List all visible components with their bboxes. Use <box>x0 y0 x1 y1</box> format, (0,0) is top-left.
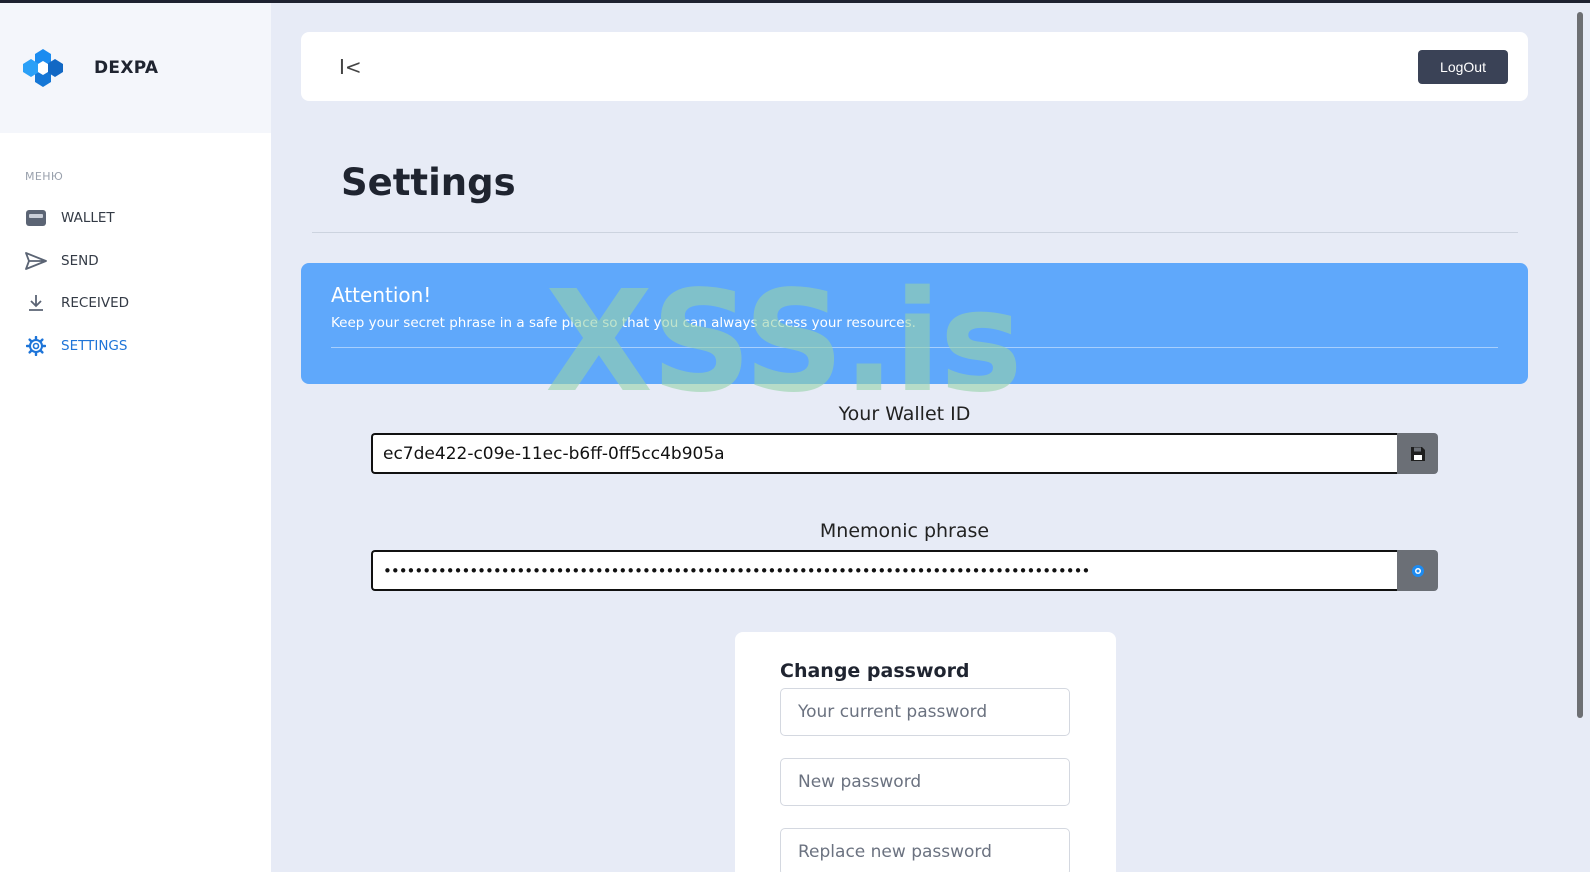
collapse-sidebar-button[interactable]: I< <box>339 55 362 79</box>
sidebar-item-label: WALLET <box>61 210 115 227</box>
toggle-mnemonic-visibility-button[interactable] <box>1397 550 1438 591</box>
wallet-id-row <box>371 433 1438 474</box>
wallet-icon <box>25 207 47 229</box>
sidebar: DEXPA МЕНЮ WALLET SEND RECEIVED SETTINGS <box>0 3 271 872</box>
dexpa-logo-icon <box>23 49 63 87</box>
sidebar-item-label: SETTINGS <box>61 337 128 354</box>
brand-name: DEXPA <box>94 58 159 78</box>
eye-icon <box>1411 564 1424 577</box>
page-scrollbar[interactable] <box>1568 6 1590 872</box>
save-icon <box>1410 446 1425 461</box>
attention-alert: Attention! Keep your secret phrase in a … <box>301 263 1528 384</box>
mnemonic-row <box>371 550 1438 591</box>
download-icon <box>25 292 47 314</box>
title-divider <box>312 232 1518 233</box>
save-wallet-id-button[interactable] <box>1397 433 1438 474</box>
repeat-new-password-input[interactable] <box>780 828 1070 872</box>
menu-caption: МЕНЮ <box>25 170 64 183</box>
top-bar: I< LogOut <box>301 32 1528 101</box>
change-password-title: Change password <box>780 660 970 682</box>
mnemonic-field[interactable] <box>371 550 1397 591</box>
brand[interactable]: DEXPA <box>0 3 271 133</box>
sidebar-menu: WALLET SEND RECEIVED SETTINGS <box>0 197 271 367</box>
logout-button[interactable]: LogOut <box>1418 49 1508 84</box>
page-title: Settings <box>341 161 516 204</box>
wallet-id-label: Your Wallet ID <box>838 403 971 425</box>
gear-icon <box>25 335 47 357</box>
sidebar-item-label: SEND <box>61 252 99 269</box>
sidebar-item-settings[interactable]: SETTINGS <box>0 325 271 368</box>
scrollbar-thumb[interactable] <box>1577 12 1583 718</box>
sidebar-item-label: RECEIVED <box>61 295 130 312</box>
sidebar-item-received[interactable]: RECEIVED <box>0 282 271 325</box>
sidebar-item-wallet[interactable]: WALLET <box>0 197 271 240</box>
alert-title: Attention! <box>331 283 432 307</box>
new-password-input[interactable] <box>780 758 1070 806</box>
change-password-card: Change password <box>735 632 1116 872</box>
alert-text: Keep your secret phrase in a safe place … <box>331 315 916 331</box>
current-password-input[interactable] <box>780 688 1070 736</box>
send-icon <box>25 250 47 272</box>
sidebar-item-send[interactable]: SEND <box>0 240 271 283</box>
wallet-id-field[interactable] <box>371 433 1397 474</box>
alert-divider <box>331 347 1498 348</box>
mnemonic-label: Mnemonic phrase <box>819 520 990 542</box>
